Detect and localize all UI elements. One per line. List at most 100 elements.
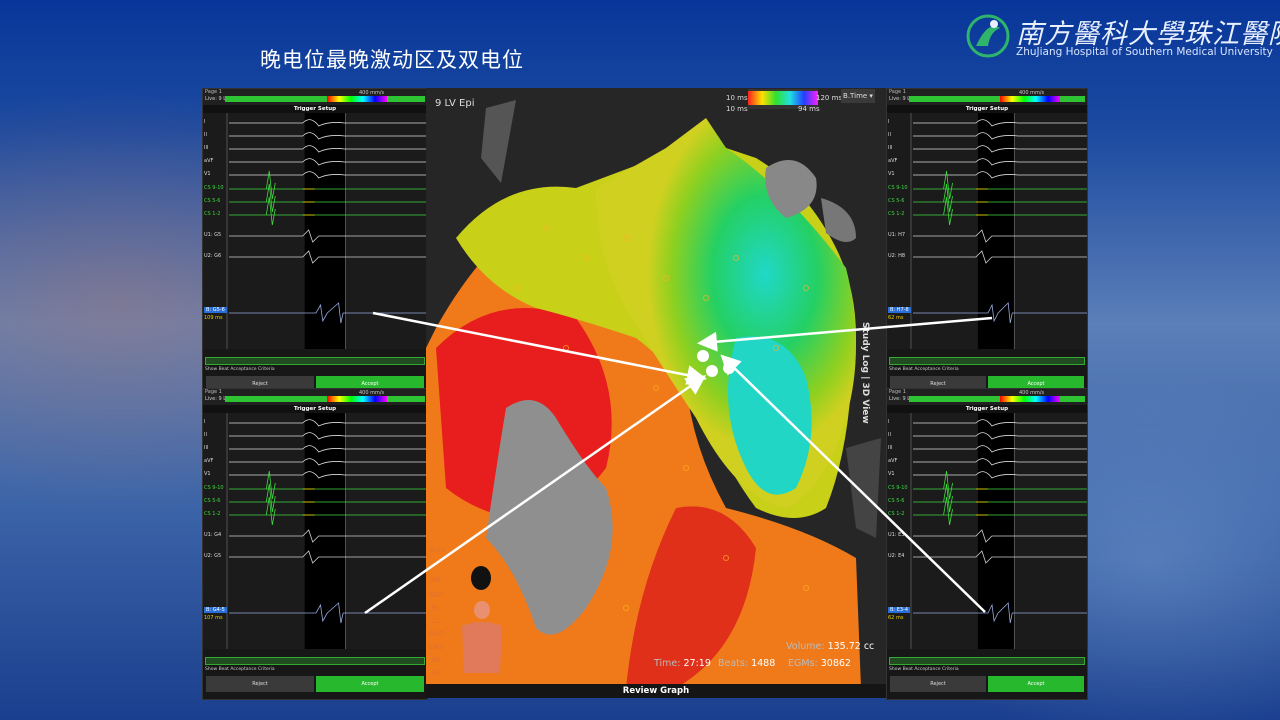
beats-readout: Beats: 1488 xyxy=(718,658,775,669)
show-criteria-toggle[interactable]: Show Beat Acceptance Criteria xyxy=(205,667,275,672)
view-button-pa[interactable]: PA xyxy=(429,656,443,664)
lead-label: III xyxy=(888,145,893,151)
lead-label: III xyxy=(204,445,209,451)
map-mode-select[interactable]: B.Time ▾ xyxy=(841,89,875,103)
lead-label: U2: G5 xyxy=(204,553,222,559)
view-button-ap[interactable]: AP xyxy=(429,669,443,677)
volume-readout: Volume: 135.72 cc xyxy=(786,641,874,652)
study-log-3d-view-tab[interactable]: Study Log | 3D View xyxy=(860,322,870,424)
timeline-scrollbar[interactable] xyxy=(205,657,425,665)
panel-status-bar xyxy=(909,96,1085,102)
voltage-map-3d-view[interactable]: 9 LV Epi 10 ms 10 ms 120 ms 94 ms B.Time… xyxy=(426,88,886,698)
panel-header: Page 1 Live: 9 LV Epi 400 mm/s xyxy=(887,89,1087,105)
trigger-setup-title[interactable]: Trigger Setup xyxy=(203,405,427,413)
lead-label: III xyxy=(888,445,893,451)
lead-label: I xyxy=(888,119,890,125)
view-button-rao[interactable]: RAO xyxy=(429,630,444,638)
lead-label: CS 9-10 xyxy=(888,185,908,191)
scale-min-bottom: 10 ms xyxy=(726,105,748,113)
ecg-panel-bottom-left: Page 1 Live: 9 LV Epi 400 mm/s Trigger Setu… xyxy=(202,388,428,700)
page-label: Page 1 xyxy=(205,89,222,95)
egms-readout: EGMs: 30862 xyxy=(788,658,851,669)
view-button-rl[interactable]: RL xyxy=(429,604,443,612)
map-lead-label[interactable]: B: E3-4 xyxy=(888,607,911,613)
lead-label: CS 9-10 xyxy=(888,485,908,491)
map-mode-label: B.Time xyxy=(843,92,868,100)
lead-label: V1 xyxy=(204,171,211,177)
panel-status-bar xyxy=(225,396,425,402)
ecg-waveforms xyxy=(910,113,1087,349)
trigger-setup-title[interactable]: Trigger Setup xyxy=(887,105,1087,113)
lead-label: CS 1-2 xyxy=(204,511,221,517)
view-button-lao[interactable]: LAO xyxy=(429,643,443,651)
timeline-scrollbar[interactable] xyxy=(205,357,425,365)
beats-value: 1488 xyxy=(751,658,776,669)
show-criteria-toggle[interactable]: Show Beat Acceptance Criteria xyxy=(889,367,959,372)
scale-max-top: 120 ms xyxy=(816,94,843,102)
logo-english-name: ZhuJiang Hospital of Southern Medical Un… xyxy=(1016,46,1273,58)
lead-label: CS 9-10 xyxy=(204,185,224,191)
map-lead-value: 109 ms xyxy=(204,315,223,321)
lead-label: U1: E3 xyxy=(888,532,905,538)
review-graph-button[interactable]: Review Graph xyxy=(426,684,886,698)
lead-label: III xyxy=(204,145,209,151)
show-criteria-toggle[interactable]: Show Beat Acceptance Criteria xyxy=(889,667,959,672)
map-lead-label[interactable]: B: G5-6 xyxy=(204,307,227,313)
lead-label: I xyxy=(204,419,206,425)
ecg-panel-top-right: Page 1 Live: 9 LV Epi 400 mm/s Trigger Setu… xyxy=(886,88,1088,392)
activation-map-canvas[interactable] xyxy=(426,88,886,698)
egms-value: 30862 xyxy=(820,658,851,669)
beats-label: Beats: xyxy=(718,658,749,669)
map-title: 9 LV Epi xyxy=(435,98,475,109)
page-label: Page 1 xyxy=(889,89,906,95)
trigger-setup-title[interactable]: Trigger Setup xyxy=(203,105,427,113)
time-value: 27:19 xyxy=(683,658,711,669)
map-lead-value: 62 ms xyxy=(888,615,904,621)
panel-header: Page 1 Live: 9 LV Epi 400 mm/s xyxy=(887,389,1087,405)
lead-label: I xyxy=(888,419,890,425)
accept-button[interactable]: Accept xyxy=(316,676,424,692)
lead-label: CS 1-2 xyxy=(888,211,905,217)
lead-label: V1 xyxy=(204,471,211,477)
hospital-logo: 南方醫科大學珠江醫院 ZhuJiang Hospital of Southern… xyxy=(966,10,1280,66)
ecg-waveforms xyxy=(226,113,427,349)
reject-button[interactable]: Reject xyxy=(206,676,314,692)
lead-label: U2: H8 xyxy=(888,253,906,259)
panel-header: Page 1 Live: 9 LV Epi 400 mm/s xyxy=(203,389,427,405)
map-lead-label[interactable]: B: G4-5 xyxy=(204,607,227,613)
lead-label: U1: G5 xyxy=(204,232,222,238)
lead-label: aVF xyxy=(204,458,214,464)
view-button-ll[interactable]: LL xyxy=(429,617,443,625)
scale-max-bottom: 94 ms xyxy=(798,105,820,113)
map-lead-value: 62 ms xyxy=(888,315,904,321)
panel-status-bar xyxy=(909,396,1085,402)
view-button-inf[interactable]: INF xyxy=(429,576,443,584)
accept-button[interactable]: Accept xyxy=(988,676,1084,692)
view-button-auto[interactable]: Auto xyxy=(429,546,445,554)
reject-button[interactable]: Reject xyxy=(890,676,986,692)
ecg-waveforms xyxy=(226,413,427,649)
panel-header: Page 1 Live: 9 LV Epi 400 mm/s xyxy=(203,89,427,105)
lead-label: CS 1-2 xyxy=(204,211,221,217)
lead-label: CS 5-6 xyxy=(888,498,905,504)
hospital-emblem-icon xyxy=(966,14,1010,58)
timeline-scrollbar[interactable] xyxy=(889,357,1085,365)
page-label: Page 1 xyxy=(889,389,906,395)
lead-label: U1: H7 xyxy=(888,232,906,238)
timeline-scrollbar[interactable] xyxy=(889,657,1085,665)
show-criteria-toggle[interactable]: Show Beat Acceptance Criteria xyxy=(205,367,275,372)
volume-value: 135.72 cc xyxy=(827,641,875,652)
lead-label: aVF xyxy=(888,158,898,164)
trigger-setup-title[interactable]: Trigger Setup xyxy=(887,405,1087,413)
view-button-sup[interactable]: SUP xyxy=(429,591,443,599)
lead-label: II xyxy=(204,432,207,438)
lead-label: CS 5-6 xyxy=(888,198,905,204)
lead-label: aVF xyxy=(888,458,898,464)
panel-footer: Show Beat Acceptance Criteria Reject Accep… xyxy=(887,649,1087,699)
map-lead-label[interactable]: B: H7-8 xyxy=(888,307,911,313)
lead-label: CS 1-2 xyxy=(888,511,905,517)
panel-footer: Show Beat Acceptance Criteria Reject Accep… xyxy=(203,649,427,699)
lead-label: II xyxy=(888,432,891,438)
map-lead-value: 107 ms xyxy=(204,615,223,621)
panel-status-bar xyxy=(225,96,425,102)
